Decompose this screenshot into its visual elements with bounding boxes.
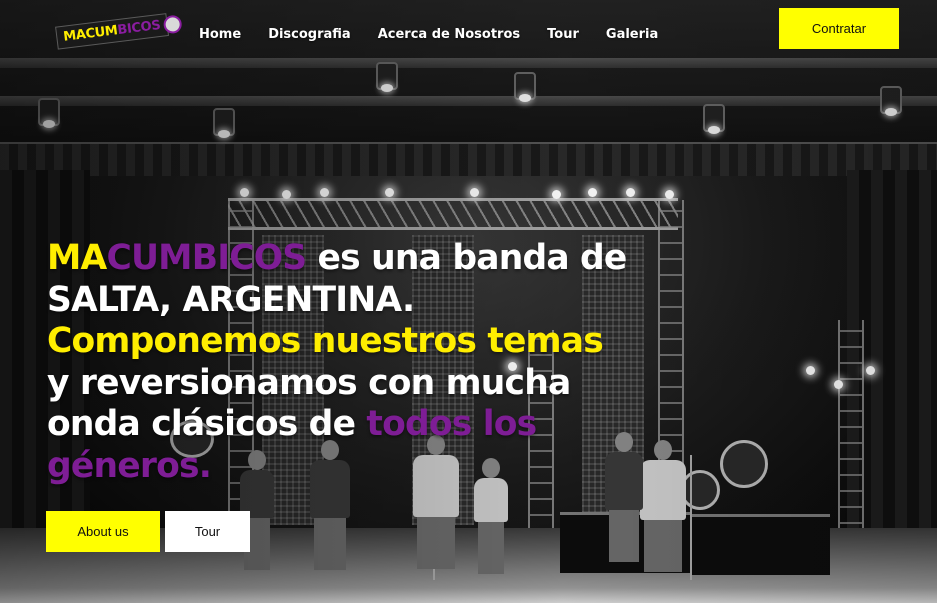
hero-line-5-a: onda clásicos de [47,404,367,444]
about-us-button[interactable]: About us [46,511,160,552]
nav-galeria[interactable]: Galeria [606,27,658,42]
nav-tour[interactable]: Tour [547,27,579,42]
hero-line-5: onda clásicos de todos los [47,404,767,446]
hero-line-5-b: todos los [366,404,537,444]
hero-line-4: y reversionamos con mucha [47,362,571,403]
nav-acerca-de-nosotros[interactable]: Acerca de Nosotros [378,27,520,42]
hero-brand-part-a: MA [47,238,107,278]
main-nav: Home Discografia Acerca de Nosotros Tour… [199,27,658,42]
hero-line-2: SALTA, ARGENTINA. [47,279,415,320]
contratar-button[interactable]: Contratar [779,8,899,49]
hero-brand-part-b: CUMBICOS [106,238,307,278]
hero-heading: MACUMBICOS es una banda de SALTA, ARGENT… [47,238,767,487]
hero-line-1-rest: es una banda de [306,238,628,278]
nav-home[interactable]: Home [199,27,241,42]
hero-line-6: géneros. [47,445,212,486]
hero-line-1: MACUMBICOS es una banda de [47,238,767,280]
hero-line-3: Componemos nuestros temas [47,321,604,361]
tour-button[interactable]: Tour [165,511,250,552]
nav-discografia[interactable]: Discografia [268,27,351,42]
